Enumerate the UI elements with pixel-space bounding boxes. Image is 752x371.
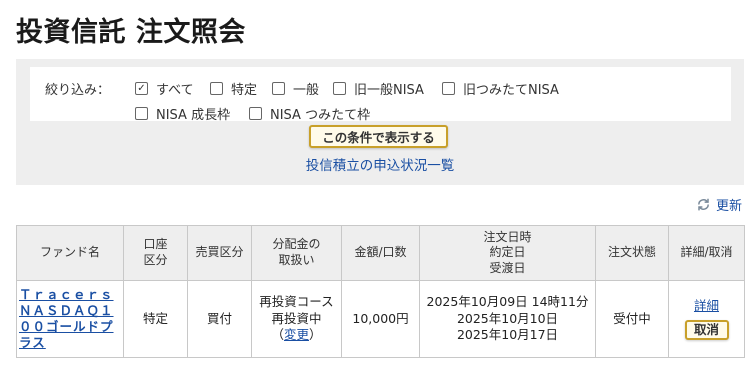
header-action: 詳細/取消 <box>668 225 745 281</box>
refresh-icon <box>698 198 709 211</box>
order-table: ファンド名 口座 区分 売買区分 分配金の 取扱い 金額/口数 注文日時 約定日 受渡日… <box>16 225 745 358</box>
checkbox-icon[interactable] <box>135 107 148 120</box>
filter-option-label: NISA 成長枠 <box>156 108 231 123</box>
header-trade-type: 売買区分 <box>187 225 252 281</box>
filter-option-label: NISA つみたて枠 <box>270 108 371 123</box>
header-account: 口座 区分 <box>123 225 188 281</box>
page-title: 投資信託 注文照会 <box>16 17 246 48</box>
change-distribution-link[interactable]: 変更 <box>284 327 309 342</box>
filter-option-label: すべて <box>156 83 194 98</box>
filter-option-tokutei[interactable]: 特定 <box>210 79 257 98</box>
contract-date: 2025年10月10日 <box>456 310 559 326</box>
header-dates: 注文日時 約定日 受渡日 <box>419 225 596 281</box>
checkbox-icon[interactable] <box>333 82 346 95</box>
checkbox-icon[interactable] <box>272 82 285 95</box>
action-cell: 詳細 取消 <box>668 280 745 358</box>
header-distribution: 分配金の 取扱い <box>251 225 342 281</box>
filter-option-old-tsumitate-nisa[interactable]: 旧つみたてNISA <box>442 79 559 98</box>
header-fund: ファンド名 <box>16 225 124 281</box>
trade-type-cell: 買付 <box>187 280 252 358</box>
status-cell: 受付中 <box>595 280 669 358</box>
filter-option-ippan[interactable]: 一般 <box>272 79 319 98</box>
checkbox-icon[interactable] <box>442 82 455 95</box>
delivery-date: 2025年10月17日 <box>456 327 559 343</box>
fund-name-link[interactable]: Ｔｒａｃｅｒｓ ＮＡＳＤＡＱ１００ゴールドプラス <box>19 287 121 352</box>
refresh-button[interactable]: 更新 <box>696 195 742 214</box>
refresh-label: 更新 <box>715 199 742 214</box>
account-cell: 特定 <box>123 280 188 358</box>
checkbox-icon[interactable] <box>210 82 223 95</box>
filter-option-label: 旧一般NISA <box>354 83 424 98</box>
fund-cell: Ｔｒａｃｅｒｓ ＮＡＳＤＡＱ１００ゴールドプラス <box>16 280 124 358</box>
filter-option-label: 特定 <box>231 83 258 98</box>
checkbox-checked-icon[interactable]: ✓ <box>135 82 148 95</box>
filter-option-all[interactable]: ✓ すべて <box>135 79 194 98</box>
tsumitate-status-link-text[interactable]: 投信積立の申込状況一覧 <box>306 158 455 174</box>
table-row: Ｔｒａｃｅｒｓ ＮＡＳＤＡＱ１００ゴールドプラス 特定 買付 再投資コース 再投… <box>16 280 745 358</box>
filter-option-label: 一般 <box>293 83 320 98</box>
dates-cell: 2025年10月09日 14時11分 2025年10月10日 2025年10月1… <box>419 280 596 358</box>
filter-option-nisa-growth[interactable]: NISA 成長枠 <box>135 104 230 123</box>
checkbox-icon[interactable] <box>249 107 262 120</box>
order-datetime: 2025年10月09日 14時11分 <box>426 293 589 309</box>
detail-link[interactable]: 詳細 <box>694 298 719 313</box>
amount-cell: 10,000円 <box>341 280 420 358</box>
filter-option-nisa-tsumitate[interactable]: NISA つみたて枠 <box>249 104 370 123</box>
tsumitate-status-link: 投信積立の申込状況一覧 <box>16 154 744 174</box>
filter-options-box: 絞り込み： ✓ すべて 特定 一般 旧一般NISA 旧つみたてNISA NISA… <box>30 67 731 123</box>
filter-option-label: 旧つみたてNISA <box>463 83 559 98</box>
table-header-row: ファンド名 口座 区分 売買区分 分配金の 取扱い 金額/口数 注文日時 約定日 受渡日… <box>16 225 745 281</box>
filter-option-old-ippan-nisa[interactable]: 旧一般NISA <box>333 79 424 98</box>
cancel-button[interactable]: 取消 <box>684 320 729 341</box>
show-with-conditions-button[interactable]: この条件で表示する <box>309 125 448 148</box>
header-amount: 金額/口数 <box>341 225 420 281</box>
filter-panel: 絞り込み： ✓ すべて 特定 一般 旧一般NISA 旧つみたてNISA NISA… <box>16 59 744 185</box>
header-status: 注文状態 <box>595 225 669 281</box>
distribution-state: 再投資中 <box>271 310 322 326</box>
distribution-course: 再投資コース <box>259 293 334 309</box>
filter-label: 絞り込み： <box>45 83 111 98</box>
distribution-cell: 再投資コース 再投資中 （変更） <box>251 280 342 358</box>
